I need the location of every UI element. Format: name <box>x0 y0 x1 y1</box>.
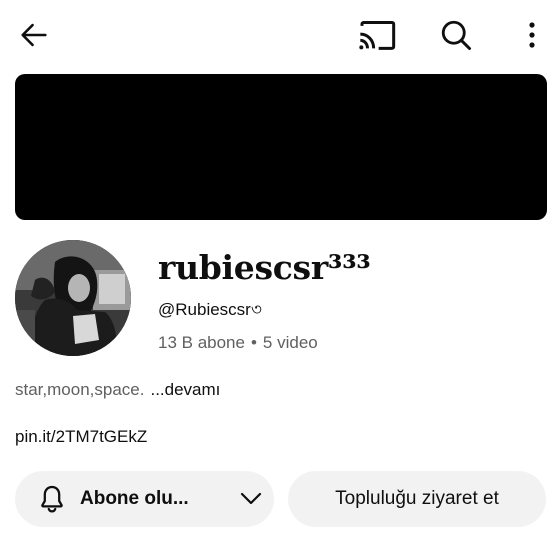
visit-community-label: Topluluğu ziyaret et <box>335 488 499 509</box>
subscribe-button[interactable]: Abone olu... <box>15 471 274 527</box>
chevron-down-icon <box>240 492 262 505</box>
visit-community-button[interactable]: Topluluğu ziyaret et <box>288 471 546 527</box>
channel-description[interactable]: star,moon,space. ...devamı <box>15 378 220 402</box>
arrow-left-icon <box>21 23 47 47</box>
channel-stats: 13 B abone • 5 video <box>158 331 318 355</box>
search-icon <box>441 20 471 50</box>
subscriber-count: 13 B abone <box>158 333 245 352</box>
more-options-button[interactable] <box>512 13 552 57</box>
avatar-photo <box>15 240 131 356</box>
channel-link[interactable]: pin.it/2TM7tGEkZ <box>15 425 147 449</box>
channel-handle: @Rubiescsr৩ <box>158 300 262 319</box>
more-vertical-icon <box>529 22 535 48</box>
back-button[interactable] <box>12 13 56 57</box>
description-text: star,moon,space. <box>15 380 145 399</box>
cast-button[interactable] <box>355 13 399 57</box>
top-app-bar <box>0 0 560 70</box>
channel-banner <box>15 74 547 220</box>
channel-avatar[interactable] <box>15 240 131 356</box>
show-more-link[interactable]: ...devamı <box>150 380 220 399</box>
stats-separator: • <box>250 333 257 352</box>
cast-icon <box>359 21 396 50</box>
search-button[interactable] <box>434 13 478 57</box>
video-count: 5 video <box>262 333 318 352</box>
channel-name: rubiescsr³³³ <box>158 248 371 287</box>
bell-icon <box>41 485 63 513</box>
subscribe-label: Abone olu... <box>80 488 189 509</box>
